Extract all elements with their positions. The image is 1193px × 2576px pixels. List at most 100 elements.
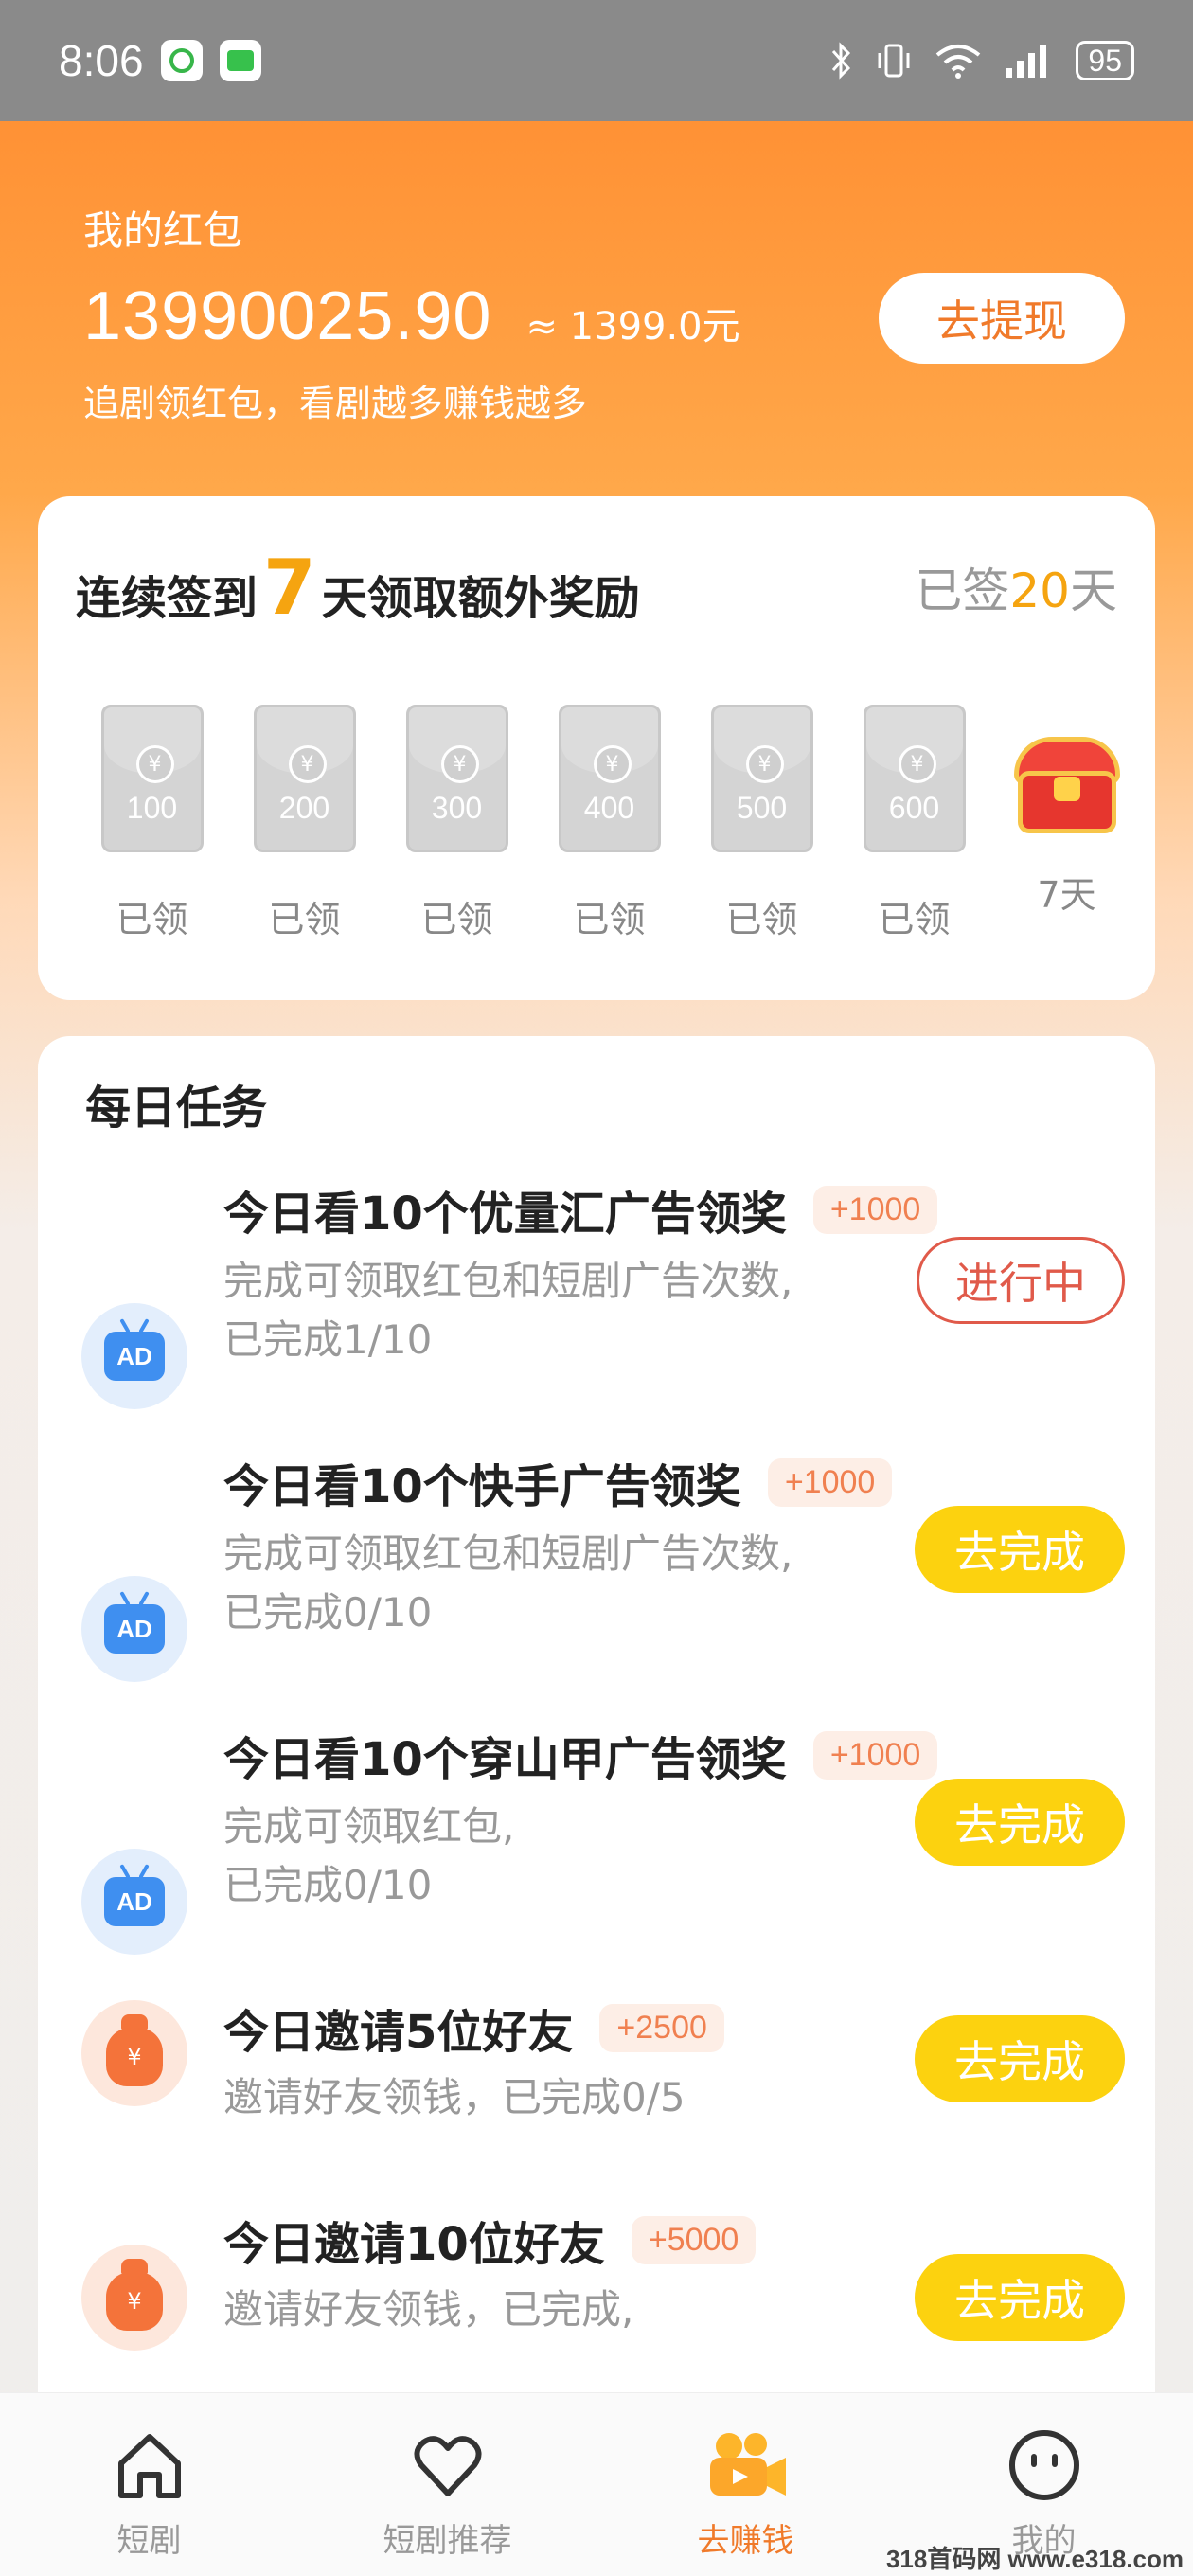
wallet-summary: 我的红包 13990025.90 ≈ 1399.0元 追剧领红包，看剧越多赚钱越… <box>83 199 740 426</box>
red-envelope-icon: ¥300 <box>405 705 508 852</box>
task-go-button[interactable]: 去完成 <box>915 1779 1125 1866</box>
task-reward-badge: +1000 <box>767 1458 893 1507</box>
red-envelope-icon: ¥100 <box>100 705 204 852</box>
signed-days-counter: 已签20天 <box>915 553 1117 621</box>
nav-label: 短剧 <box>116 2522 182 2560</box>
wifi-icon <box>936 45 981 79</box>
task-progress: 已完成1/10 <box>223 1316 433 1363</box>
signin-rewards-row: ¥100 已领 ¥200 已领 ¥300 已领 ¥400 已领 ¥500 已领 … <box>76 705 1143 942</box>
ad-badge: AD <box>104 1877 165 1926</box>
reward-value: 500 <box>736 791 788 825</box>
signed-days: 20 <box>1009 564 1070 618</box>
home-icon <box>117 2434 181 2498</box>
task-in-progress-button[interactable]: 进行中 <box>917 1237 1125 1324</box>
ad-icon: AD <box>81 1849 187 1955</box>
money-bag-icon: ¥ <box>81 2245 187 2351</box>
signed-suffix: 天 <box>1070 564 1117 618</box>
coin-icon: ¥ <box>593 745 632 783</box>
money-bag-symbol: ¥ <box>106 2259 163 2331</box>
signin-reward-day3[interactable]: ¥300 已领 <box>381 705 533 942</box>
reward-status: 已领 <box>725 899 798 940</box>
signed-prefix: 已签 <box>915 564 1010 618</box>
task-reward-badge: +2500 <box>599 2003 724 2052</box>
ad-badge: AD <box>104 1604 165 1654</box>
reward-value: 400 <box>583 791 635 825</box>
coin-icon: ¥ <box>135 745 174 783</box>
reward-value: 100 <box>126 791 178 825</box>
task-reward-badge: +1000 <box>812 1730 938 1780</box>
nav-item-recommend[interactable]: 短剧推荐 <box>298 2393 596 2576</box>
coin-icon: ¥ <box>288 745 327 783</box>
signin-reward-day6[interactable]: ¥600 已领 <box>838 705 990 942</box>
status-time: 8:06 <box>59 36 144 85</box>
coin-icon: ¥ <box>440 745 479 783</box>
wallet-amount: 13990025.90 <box>83 278 492 354</box>
bluetooth-icon <box>832 42 851 80</box>
task-title: 今日邀请10位好友 <box>223 2218 605 2271</box>
nav-label: 短剧推荐 <box>383 2522 512 2560</box>
signin-heading-prefix: 连续签到 <box>76 572 258 625</box>
red-envelope-icon: ¥600 <box>863 705 966 852</box>
wallet-subtitle: 追剧领红包，看剧越多赚钱越多 <box>83 383 588 424</box>
nav-label: 去赚钱 <box>697 2522 794 2560</box>
heart-icon <box>414 2436 481 2496</box>
coin-icon: ¥ <box>745 745 784 783</box>
task-progress: 已完成0/10 <box>223 1862 433 1908</box>
task-go-button[interactable]: 去完成 <box>915 2015 1125 2102</box>
task-progress: 已完成0/10 <box>223 1589 433 1636</box>
red-envelope-icon: ¥500 <box>710 705 813 852</box>
chat-app-icon <box>160 40 203 81</box>
treasure-chest-icon <box>1010 718 1124 841</box>
ad-badge: AD <box>104 1332 165 1381</box>
task-reward-badge: +1000 <box>812 1185 938 1234</box>
task-go-button[interactable]: 去完成 <box>915 2254 1125 2341</box>
task-go-button[interactable]: 去完成 <box>915 1506 1125 1593</box>
reward-status: 已领 <box>116 899 188 940</box>
signal-icon <box>1006 45 1047 78</box>
reward-status: 已领 <box>268 899 341 940</box>
wallet-title: 我的红包 <box>83 207 243 254</box>
withdraw-button[interactable]: 去提现 <box>879 273 1125 364</box>
task-description: 完成可领取红包, <box>223 1803 515 1850</box>
reward-value: 600 <box>888 791 940 825</box>
task-title: 今日看10个优量汇广告领奖 <box>223 1188 787 1241</box>
video-app-icon <box>219 40 261 81</box>
task-title: 今日看10个穿山甲广告领奖 <box>223 1733 787 1786</box>
reward-value: 200 <box>278 791 330 825</box>
red-envelope-icon: ¥200 <box>253 705 356 852</box>
signin-reward-day1[interactable]: ¥100 已领 <box>76 705 228 942</box>
ad-icon: AD <box>81 1303 187 1409</box>
earn-camera-icon <box>709 2433 786 2496</box>
reward-status: 7天 <box>1037 874 1096 916</box>
reward-status: 已领 <box>878 899 951 940</box>
status-bar: 8:06 95 <box>0 0 1193 121</box>
money-bag-icon: ¥ <box>81 2000 187 2106</box>
signin-card: 连续签到 7 天领取额外奖励 已签20天 ¥100 已领 ¥200 已领 ¥30… <box>38 496 1155 1000</box>
face-icon <box>1008 2430 1079 2500</box>
daily-tasks-card: 每日任务 AD 今日看10个优量汇广告领奖 +1000 完成可领取红包和短剧广告次… <box>38 1036 1155 2576</box>
wallet-approx-value: ≈ 1399.0元 <box>525 305 740 349</box>
vibrate-icon <box>878 44 910 78</box>
battery-indicator: 95 <box>1076 41 1134 80</box>
watermark: 318首码网 www.e318.com <box>885 2545 1184 2573</box>
task-description: 完成可领取红包和短剧广告次数, <box>223 1530 793 1577</box>
nav-item-drama[interactable]: 短剧 <box>0 2393 298 2576</box>
signin-heading-suffix: 天领取额外奖励 <box>321 572 640 625</box>
coin-icon: ¥ <box>898 745 936 783</box>
task-description: 邀请好友领钱，已完成0/5 <box>223 2074 686 2120</box>
signin-reward-day5[interactable]: ¥500 已领 <box>686 705 838 942</box>
signin-reward-day7[interactable]: 7天 <box>990 705 1143 942</box>
red-envelope-icon: ¥400 <box>558 705 661 852</box>
signin-reward-day2[interactable]: ¥200 已领 <box>228 705 381 942</box>
reward-status: 已领 <box>573 899 646 940</box>
signin-reward-day4[interactable]: ¥400 已领 <box>533 705 686 942</box>
task-title: 今日邀请5位好友 <box>223 2006 574 2059</box>
task-reward-badge: +5000 <box>631 2215 757 2264</box>
task-description: 邀请好友领钱，已完成, <box>223 2286 634 2333</box>
nav-item-earn[interactable]: 去赚钱 <box>596 2393 895 2576</box>
task-description: 完成可领取红包和短剧广告次数, <box>223 1258 793 1304</box>
signin-heading-days: 7 <box>263 544 316 632</box>
reward-value: 300 <box>431 791 483 825</box>
reward-status: 已领 <box>420 899 493 940</box>
ad-icon: AD <box>81 1576 187 1682</box>
